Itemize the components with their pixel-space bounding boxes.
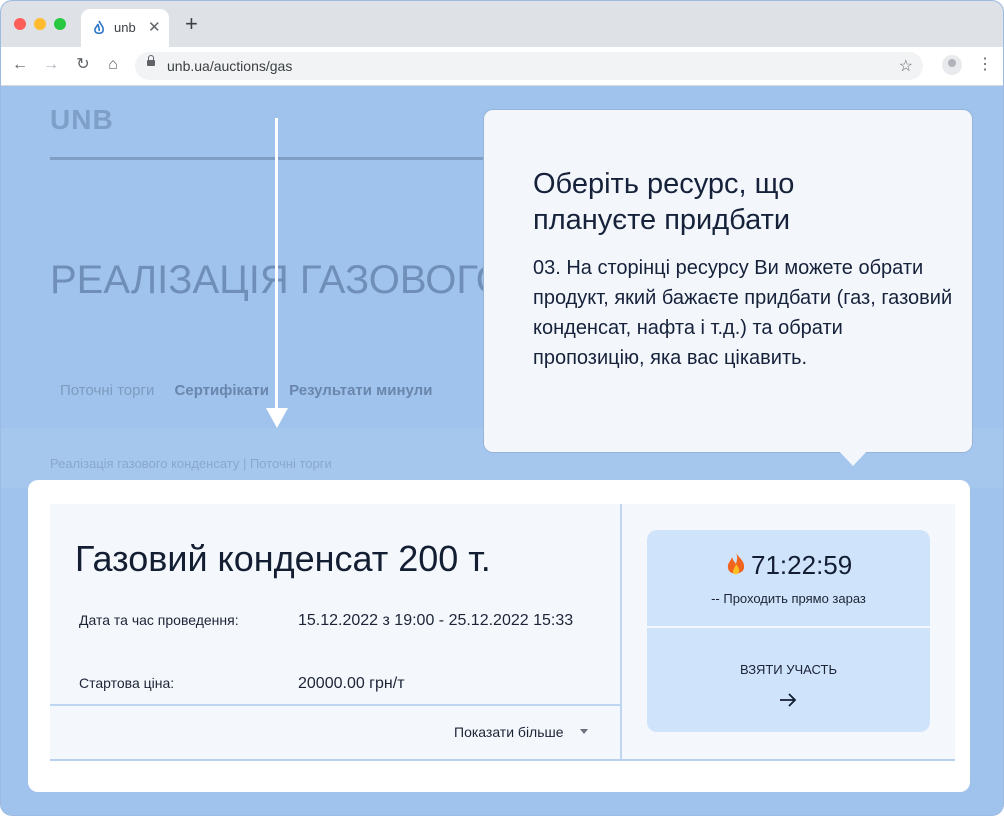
highlighted-card-frame: Газовий конденсат 200 т. Дата та час про… xyxy=(28,480,970,792)
flame-favicon-icon xyxy=(94,20,104,35)
show-more-button[interactable]: Показати більше xyxy=(454,724,564,740)
browser-tab[interactable]: unb ✕ xyxy=(81,9,169,47)
status-text: -- Проходить прямо зараз xyxy=(711,591,866,606)
breadcrumb: Реалізація газового конденсату | Поточні… xyxy=(50,456,332,471)
browser-toolbar: ← → ↻ ⌂ unb.ua/auctions/gas ☆ xyxy=(1,47,1003,86)
back-arrow-icon[interactable]: ← xyxy=(10,55,30,75)
new-tab-button[interactable]: + xyxy=(185,13,198,35)
arrow-right-icon[interactable] xyxy=(778,692,798,708)
page-tabs: Поточні торги Сертифікати Результати мин… xyxy=(60,382,448,399)
callout-text: 03. На сторінці ресурсу Ви можете обрати… xyxy=(533,257,953,369)
price-label: Стартова ціна: xyxy=(79,675,175,691)
date-label: Дата та час проведення: xyxy=(79,612,239,628)
onboarding-callout: Оберіть ресурс, що плануєте придбати 03.… xyxy=(483,109,973,453)
card-column-divider xyxy=(620,504,622,759)
tab-current-auctions[interactable]: Поточні торги xyxy=(60,382,154,399)
callout-tail xyxy=(838,450,868,466)
page-heading: РЕАЛІЗАЦІЯ ГАЗОВОГО xyxy=(50,258,507,302)
reload-icon[interactable]: ↻ xyxy=(73,55,93,75)
browser-menu-icon[interactable]: ⋮ xyxy=(977,55,993,75)
close-window-button[interactable] xyxy=(14,18,26,30)
details-divider xyxy=(50,704,620,706)
countdown-timer: 71:22:59 xyxy=(751,550,853,580)
url-text: unb.ua/auctions/gas xyxy=(167,58,293,74)
price-value: 20000.00 грн/т xyxy=(298,675,405,692)
lock-icon xyxy=(147,55,155,66)
tab-certificates[interactable]: Сертифікати xyxy=(175,382,269,399)
address-bar[interactable]: unb.ua/auctions/gas ☆ xyxy=(135,52,923,80)
callout-title: Оберіть ресурс, що плануєте придбати xyxy=(533,168,795,236)
site-logo[interactable]: UNB xyxy=(50,104,114,136)
auction-details: Газовий конденсат 200 т. Дата та час про… xyxy=(50,504,620,759)
header-divider xyxy=(50,157,490,160)
timer-divider xyxy=(647,626,930,628)
minimize-window-button[interactable] xyxy=(34,18,46,30)
bookmark-star-icon[interactable]: ☆ xyxy=(899,56,913,76)
tab-close-icon[interactable]: ✕ xyxy=(148,18,161,36)
chevron-down-icon[interactable] xyxy=(580,729,588,734)
join-auction-button[interactable]: ВЗЯТИ УЧАСТЬ xyxy=(647,662,930,677)
browser-window: unb ✕ + ← → ↻ ⌂ unb.ua/auctions/gas ☆ ⋮ … xyxy=(0,0,1004,816)
guide-arrow-head-icon xyxy=(266,408,288,428)
fire-icon xyxy=(727,553,745,575)
auction-title[interactable]: Газовий конденсат 200 т. xyxy=(75,538,491,580)
date-value: 15.12.2022 з 19:00 - 25.12.2022 15:33 xyxy=(298,612,574,629)
tab-bar: unb ✕ + xyxy=(1,1,1003,47)
guide-arrow-line xyxy=(275,118,278,414)
home-icon[interactable]: ⌂ xyxy=(103,55,123,75)
profile-avatar-icon[interactable] xyxy=(942,55,962,75)
forward-arrow-icon[interactable]: → xyxy=(41,55,61,75)
auction-card[interactable]: Газовий конденсат 200 т. Дата та час про… xyxy=(50,504,955,761)
auction-timer-panel: 71:22:59 -- Проходить прямо зараз ВЗЯТИ … xyxy=(647,530,930,732)
tab-title: unb xyxy=(114,20,136,35)
tab-past-results[interactable]: Результати минули xyxy=(289,382,432,399)
maximize-window-button[interactable] xyxy=(54,18,66,30)
